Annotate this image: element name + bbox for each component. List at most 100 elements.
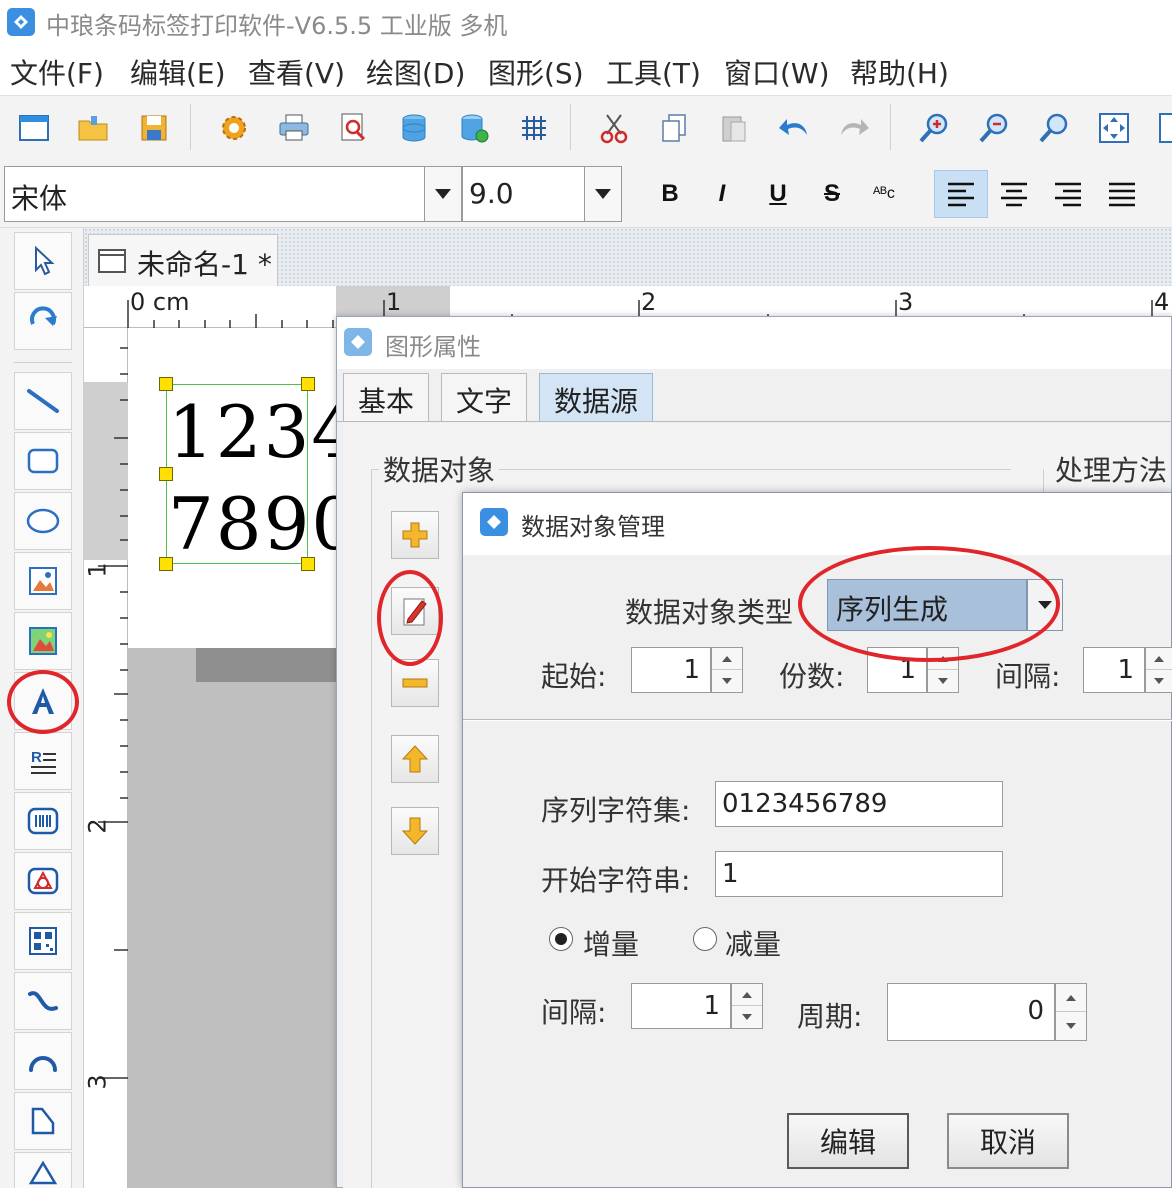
menu-shape[interactable]: 图形(S) [488,52,584,92]
stepper-down-icon[interactable] [712,670,742,692]
resize-handle-tr[interactable] [301,377,315,391]
save-icon[interactable] [130,104,178,152]
select-arrow-icon[interactable] [14,232,72,290]
dialog-logo-icon [344,328,372,356]
font-name-dropdown-icon[interactable] [424,166,462,222]
stepper-up-icon[interactable] [1146,648,1172,670]
interval-stepper[interactable] [731,983,763,1029]
print-icon[interactable] [270,104,318,152]
new-file-icon[interactable] [10,104,58,152]
label-shadow [196,648,338,682]
align-left-icon[interactable] [934,170,988,218]
triangle-tool-icon[interactable] [14,1152,72,1188]
interval-top-label: 间隔: [995,660,1061,693]
font-size-dropdown-icon[interactable] [584,166,622,222]
rich-text-tool-icon[interactable]: R [14,732,72,790]
interval-input[interactable]: 1 [631,983,731,1029]
start-string-input[interactable]: 1 [715,851,1003,897]
resize-handle-br[interactable] [301,557,315,571]
resize-handle-tl[interactable] [159,377,173,391]
stepper-up-icon[interactable] [732,984,762,1006]
rotate-icon[interactable] [14,292,72,350]
menu-edit[interactable]: 编辑(E) [130,52,226,92]
print-preview-icon[interactable] [330,104,378,152]
interval-top-input[interactable]: 1 [1083,647,1145,693]
line-tool-icon[interactable] [14,372,72,430]
tab-text[interactable]: 文字 [441,373,528,421]
curve-tool-icon[interactable] [14,972,72,1030]
menu-draw[interactable]: 绘图(D) [366,52,465,92]
add-data-object-button[interactable] [391,511,439,559]
italic-button[interactable]: I [698,170,746,218]
menu-view[interactable]: 查看(V) [248,52,345,92]
align-justify-icon[interactable] [1098,170,1146,218]
menu-file[interactable]: 文件(F) [10,52,104,92]
app-window: 中琅条码标签打印软件-V6.5.5 工业版 多机 文件(F) 编辑(E) 查看(… [0,0,1172,1188]
copy-icon[interactable] [650,104,698,152]
text-object-line2: 7890 [168,482,360,566]
increment-radio[interactable] [549,927,573,951]
period-input[interactable]: 0 [887,983,1055,1041]
settings-gear-icon[interactable] [210,104,258,152]
qrcode-tool-icon[interactable] [14,912,72,970]
menu-help[interactable]: 帮助(H) [850,52,949,92]
align-right-icon[interactable] [1044,170,1092,218]
menu-window[interactable]: 窗口(W) [724,52,830,92]
database-icon[interactable] [390,104,438,152]
arc-tool-icon[interactable] [14,1032,72,1090]
stepper-down-icon[interactable] [732,1006,762,1028]
grid-icon[interactable] [510,104,558,152]
stepper-up-icon[interactable] [1056,984,1086,1012]
stepper-down-icon[interactable] [1056,1012,1086,1040]
resize-handle-bl[interactable] [159,557,173,571]
document-tab[interactable]: 未命名-1 * [88,234,278,286]
ellipse-tool-icon[interactable] [14,492,72,550]
cancel-button[interactable]: 取消 [947,1113,1069,1169]
move-down-button[interactable] [391,807,439,855]
start-stepper[interactable] [711,647,743,693]
picture-tool-icon[interactable] [14,612,72,670]
paste-icon[interactable] [710,104,758,152]
full-screen-icon[interactable] [1150,104,1172,152]
shape-tool-icon[interactable] [14,852,72,910]
zoom-out-icon[interactable] [970,104,1018,152]
undo-icon[interactable] [770,104,818,152]
delete-data-object-button[interactable] [391,659,439,707]
strikethrough-button[interactable]: S [808,170,856,218]
font-name-select[interactable]: 宋体 [4,166,426,222]
edit-button[interactable]: 编辑 [787,1113,909,1169]
image-tool-icon[interactable] [14,552,72,610]
open-folder-icon[interactable] [70,104,118,152]
resize-handle-ml[interactable] [159,467,173,481]
period-stepper[interactable] [1055,983,1087,1041]
decrement-label: 减量 [725,928,782,961]
barcode-tool-icon[interactable] [14,792,72,850]
ruler-left-label-1: 1 [83,562,112,578]
stepper-up-icon[interactable] [712,648,742,670]
label-paper[interactable]: 1234 7890 [128,328,357,648]
decrement-radio[interactable] [693,927,717,951]
bold-button[interactable]: B [646,170,694,218]
redo-icon[interactable] [830,104,878,152]
polygon-tool-icon[interactable] [14,1092,72,1150]
interval-top-stepper[interactable] [1145,647,1172,693]
menu-tools[interactable]: 工具(T) [606,52,701,92]
ruler-left-label-3: 3 [83,1074,112,1090]
database-settings-icon[interactable] [450,104,498,152]
tab-basic[interactable]: 基本 [343,373,430,421]
start-input[interactable]: 1 [631,647,711,693]
cut-icon[interactable] [590,104,638,152]
underline-button[interactable]: U [754,170,802,218]
move-up-button[interactable] [391,735,439,783]
charset-input[interactable]: 0123456789 [715,781,1003,827]
fit-page-icon[interactable] [1090,104,1138,152]
stepper-down-icon[interactable] [1146,670,1172,692]
align-center-icon[interactable] [990,170,1038,218]
rectangle-tool-icon[interactable] [14,432,72,490]
tab-data-source[interactable]: 数据源 [539,373,654,421]
font-size-select[interactable]: 9.0 [462,166,586,222]
zoom-icon[interactable] [1030,104,1078,152]
zoom-in-icon[interactable] [910,104,958,152]
char-spacing-button[interactable]: ᴬᴮc [860,170,908,218]
stepper-down-icon[interactable] [928,670,958,692]
